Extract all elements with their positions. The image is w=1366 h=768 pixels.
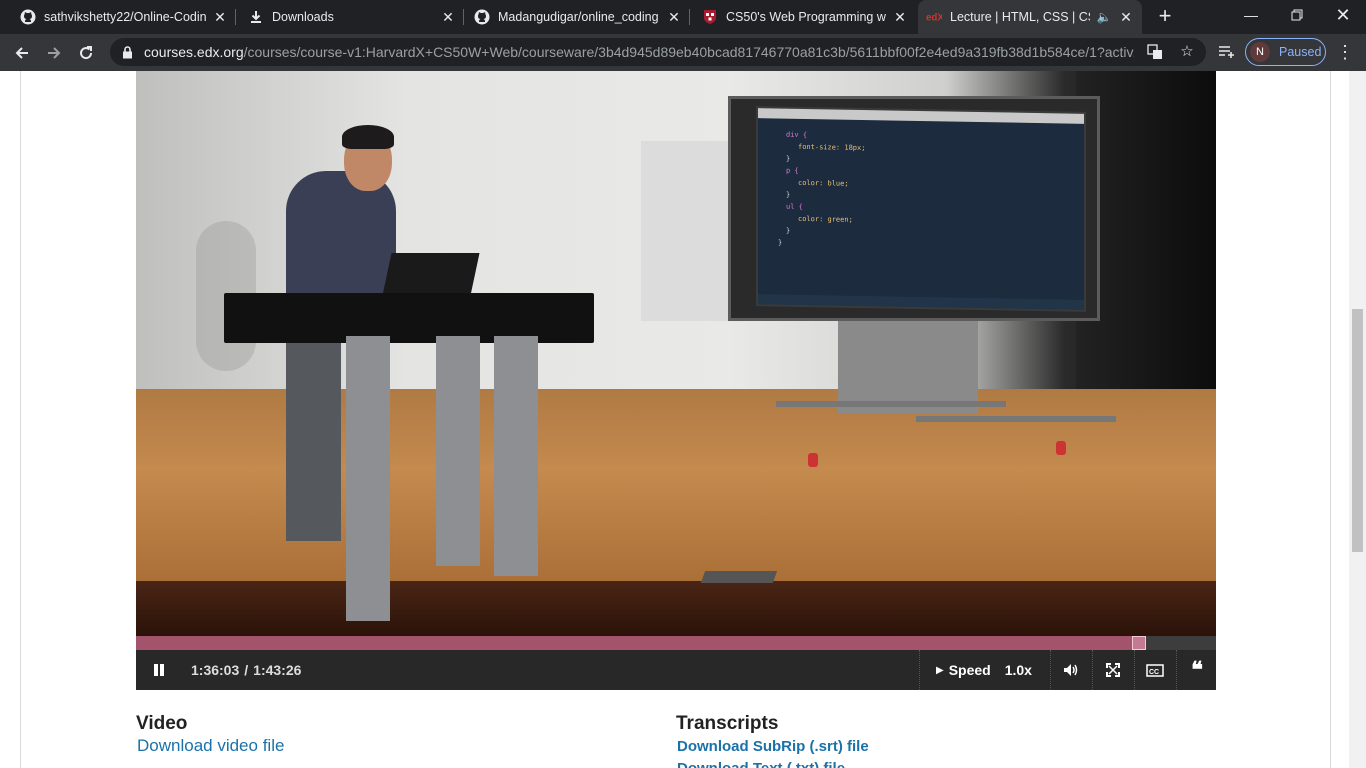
- new-tab-button[interactable]: +: [1154, 5, 1176, 28]
- tab-title: Madangudigar/online_coding: [498, 10, 659, 24]
- close-tab-icon[interactable]: ✕: [212, 9, 228, 25]
- edx-logo-icon: edX: [926, 9, 942, 25]
- close-tab-icon[interactable]: ✕: [892, 9, 908, 25]
- video-heading: Video: [136, 713, 188, 734]
- time-display: 1:36:03 / 1:43:26: [191, 662, 302, 678]
- transcript-toggle-button[interactable]: ❝: [1184, 650, 1210, 690]
- minimize-icon[interactable]: —: [1228, 0, 1274, 30]
- podium: [224, 293, 594, 343]
- caret-right-icon: ▶: [936, 664, 944, 676]
- tab-cs50-web[interactable]: CS50's Web Programming with ✕: [694, 0, 916, 34]
- close-window-icon[interactable]: ✕: [1320, 0, 1366, 30]
- download-icon: [248, 9, 264, 25]
- url-text: courses.edx.org/courses/course-v1:Harvar…: [144, 44, 1134, 60]
- browser-menu-icon[interactable]: ⋮: [1336, 43, 1354, 63]
- quote-icon: ❝: [1191, 657, 1203, 682]
- svg-text:CC: CC: [1149, 669, 1159, 676]
- tab-github-madangudigar[interactable]: Madangudigar/online_coding ✕: [466, 0, 690, 34]
- tab-audio-icon[interactable]: 🔈: [1096, 9, 1112, 25]
- transcripts-heading: Transcripts: [676, 713, 779, 734]
- profile-status: Paused: [1279, 45, 1322, 59]
- code-screen: div { font-size: 18px; } p { color: blue…: [756, 106, 1086, 312]
- volume-icon: [1064, 664, 1078, 676]
- scrollbar-thumb[interactable]: [1352, 309, 1363, 552]
- svg-text:edX: edX: [926, 13, 942, 23]
- bookmark-star-icon[interactable]: ☆: [1179, 43, 1195, 60]
- lock-icon[interactable]: [120, 45, 134, 59]
- download-txt-link[interactable]: Download Text (.txt) file: [677, 760, 845, 768]
- tab-title: Downloads: [272, 10, 334, 24]
- browser-toolbar: courses.edx.org/courses/course-v1:Harvar…: [0, 34, 1366, 71]
- page-content: div { font-size: 18px; } p { color: blue…: [0, 71, 1366, 768]
- total-duration: 1:43:26: [253, 662, 302, 678]
- close-tab-icon[interactable]: ✕: [1118, 9, 1134, 25]
- volume-button[interactable]: [1058, 650, 1084, 690]
- browser-tab-bar: sathvikshetty22/Online-Coding ✕ Download…: [0, 0, 1366, 34]
- tab-title: CS50's Web Programming with: [726, 10, 886, 24]
- github-icon: [474, 9, 490, 25]
- fullscreen-button[interactable]: [1100, 650, 1126, 690]
- pause-icon: [154, 664, 164, 676]
- video-progress-bar[interactable]: [136, 636, 1216, 650]
- progress-fill: [136, 636, 1139, 650]
- github-icon: [20, 9, 36, 25]
- restore-icon[interactable]: [1274, 0, 1320, 30]
- speed-value: 1.0x: [1004, 662, 1032, 678]
- tab-lecture-active[interactable]: edX Lecture | HTML, CSS | CS50 🔈 ✕: [918, 0, 1142, 34]
- page-scrollbar[interactable]: [1349, 71, 1366, 768]
- pause-button[interactable]: [144, 650, 174, 690]
- speed-label: Speed: [948, 662, 991, 678]
- video-frame[interactable]: div { font-size: 18px; } p { color: blue…: [136, 71, 1216, 636]
- reading-list-icon[interactable]: [1218, 44, 1234, 60]
- progress-handle[interactable]: [1131, 636, 1146, 650]
- harvard-shield-icon: [702, 9, 718, 25]
- address-bar[interactable]: courses.edx.org/courses/course-v1:Harvar…: [110, 38, 1206, 66]
- forward-icon[interactable]: [40, 39, 68, 67]
- back-icon[interactable]: [8, 39, 36, 67]
- captions-button[interactable]: CC: [1142, 650, 1168, 690]
- profile-button[interactable]: N Paused: [1245, 38, 1326, 66]
- tab-downloads[interactable]: Downloads ✕: [240, 0, 464, 34]
- tab-github-sathvikshetty[interactable]: sathvikshetty22/Online-Coding ✕: [12, 0, 236, 34]
- download-srt-link[interactable]: Download SubRip (.srt) file: [677, 738, 869, 755]
- closed-captions-icon: CC: [1146, 663, 1164, 677]
- video-controls: 1:36:03 / 1:43:26 ▶ Speed 1.0x CC ❝: [136, 650, 1216, 690]
- download-video-link[interactable]: Download video file: [137, 736, 284, 756]
- speed-button[interactable]: ▶ Speed 1.0x: [936, 650, 1032, 690]
- close-tab-icon[interactable]: ✕: [440, 9, 456, 25]
- elapsed-time: 1:36:03: [191, 662, 240, 678]
- tab-title: sathvikshetty22/Online-Coding: [44, 10, 206, 24]
- translate-icon[interactable]: [1147, 44, 1163, 60]
- close-tab-icon[interactable]: ✕: [666, 9, 682, 25]
- avatar: N: [1250, 42, 1270, 62]
- tab-title: Lecture | HTML, CSS | CS50: [950, 10, 1090, 24]
- reload-icon[interactable]: [72, 39, 100, 67]
- fullscreen-icon: [1106, 663, 1120, 677]
